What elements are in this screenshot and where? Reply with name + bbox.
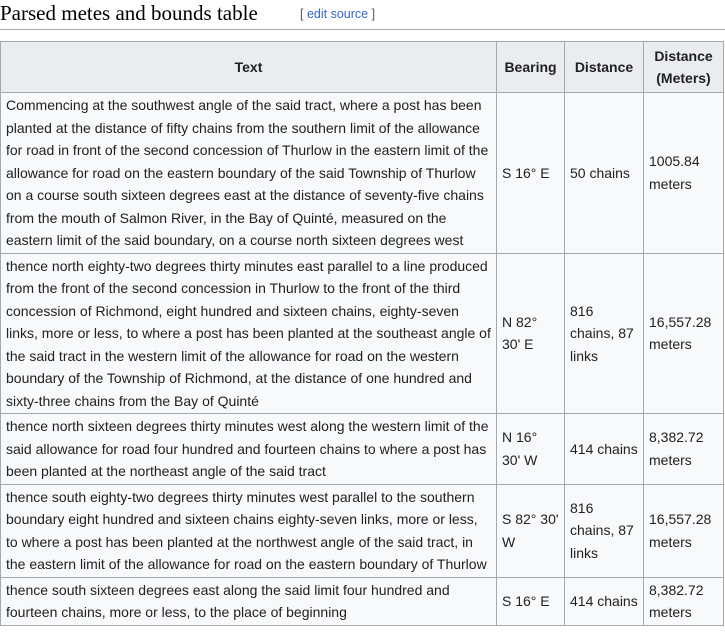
cell-text: Commencing at the southwest angle of the…	[0, 92, 497, 254]
cell-meters: 8,382.72 meters	[643, 413, 724, 485]
cell-text: thence south eighty-two degrees thirty m…	[0, 483, 497, 578]
table-row: Commencing at the southwest angle of the…	[0, 92, 724, 254]
cell-distance: 50 chains	[564, 92, 644, 254]
cell-text: thence north sixteen degrees thirty minu…	[0, 413, 497, 485]
cell-distance: 816 chains, 87 links	[564, 252, 644, 414]
metes-bounds-table: Text Bearing Distance Distance (Meters) …	[0, 41, 724, 626]
table-row: thence south sixteen degrees east along …	[0, 576, 724, 626]
header-bearing: Bearing	[496, 41, 565, 93]
cell-bearing: S 16° E	[496, 576, 565, 626]
section-heading: Parsed metes and bounds table [ edit sou…	[0, 0, 725, 30]
cell-meters: 8,382.72 meters	[643, 576, 724, 626]
header-row: Text Bearing Distance Distance (Meters)	[0, 41, 724, 93]
edit-bracket-close: ]	[371, 7, 376, 21]
cell-distance: 414 chains	[564, 576, 644, 626]
table-row: thence north eighty-two degrees thirty m…	[0, 252, 724, 414]
header-distance-meters-line1: Distance	[654, 47, 713, 64]
cell-bearing: N 16° 30' W	[496, 413, 565, 485]
cell-distance: 414 chains	[564, 413, 644, 485]
edit-bracket-open: [	[300, 7, 304, 21]
cell-meters: 1005.84 meters	[643, 92, 724, 254]
table-row: thence south eighty-two degrees thirty m…	[0, 483, 724, 578]
header-distance-meters: Distance (Meters)	[643, 41, 724, 93]
edit-source-link[interactable]: edit source	[307, 7, 368, 21]
cell-meters: 16,557.28 meters	[643, 483, 724, 578]
cell-text: thence south sixteen degrees east along …	[0, 576, 497, 626]
header-distance-meters-line2: (Meters)	[656, 70, 711, 86]
header-distance: Distance	[564, 41, 644, 93]
table-row: thence north sixteen degrees thirty minu…	[0, 413, 724, 485]
header-text: Text	[0, 41, 497, 93]
cell-bearing: S 82° 30' W	[496, 483, 565, 578]
cell-bearing: N 82° 30' E	[496, 252, 565, 414]
section-title: Parsed metes and bounds table	[0, 1, 258, 25]
cell-distance: 816 chains, 87 links	[564, 483, 644, 578]
edit-section: [ edit source ]	[300, 6, 375, 22]
cell-text: thence north eighty-two degrees thirty m…	[0, 252, 497, 414]
cell-bearing: S 16° E	[496, 92, 565, 254]
cell-meters: 16,557.28 meters	[643, 252, 724, 414]
